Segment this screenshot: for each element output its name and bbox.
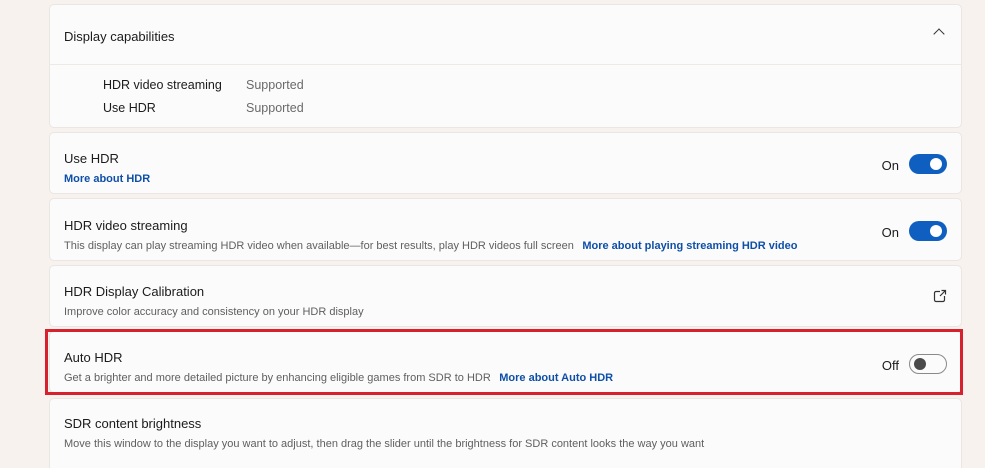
sdr-content-brightness-title: SDR content brightness bbox=[64, 416, 202, 431]
auto-hdr-description: Get a brighter and more detailed picture… bbox=[64, 372, 491, 384]
display-capabilities-card: Display capabilities HDR video streaming… bbox=[49, 4, 962, 128]
auto-hdr-toggle[interactable] bbox=[909, 354, 947, 374]
more-about-hdr-link[interactable]: More about HDR bbox=[64, 173, 150, 185]
use-hdr-toggle[interactable] bbox=[909, 154, 947, 174]
sdr-content-brightness-row: SDR content brightness Move this window … bbox=[49, 398, 962, 468]
capability-value: Supported bbox=[246, 101, 304, 115]
toggle-knob bbox=[930, 225, 942, 237]
hdr-video-streaming-title: HDR video streaming bbox=[64, 218, 188, 233]
hdr-display-calibration-row[interactable]: HDR Display Calibration Improve color ac… bbox=[49, 265, 962, 327]
use-hdr-row: Use HDR More about HDR On bbox=[49, 132, 962, 194]
auto-hdr-state: Off bbox=[881, 358, 899, 373]
more-about-auto-hdr-link[interactable]: More about Auto HDR bbox=[499, 372, 613, 384]
display-capabilities-title: Display capabilities bbox=[64, 29, 175, 44]
toggle-knob bbox=[930, 158, 942, 170]
display-capabilities-header[interactable]: Display capabilities bbox=[50, 5, 961, 65]
hdr-display-calibration-title: HDR Display Calibration bbox=[64, 284, 205, 299]
hdr-video-streaming-row: HDR video streaming This display can pla… bbox=[49, 198, 962, 261]
capability-value: Supported bbox=[246, 78, 304, 92]
hdr-video-streaming-state: On bbox=[881, 225, 899, 240]
capability-label: Use HDR bbox=[103, 101, 156, 115]
chevron-up-icon[interactable] bbox=[933, 28, 945, 40]
open-external-icon[interactable] bbox=[933, 289, 947, 303]
capability-label: HDR video streaming bbox=[103, 78, 222, 92]
auto-hdr-title: Auto HDR bbox=[64, 350, 123, 365]
more-about-streaming-hdr-link[interactable]: More about playing streaming HDR video bbox=[582, 240, 797, 252]
toggle-knob bbox=[914, 358, 926, 370]
auto-hdr-row: Auto HDR Get a brighter and more detaile… bbox=[49, 331, 962, 393]
hdr-video-streaming-description: This display can play streaming HDR vide… bbox=[64, 240, 574, 252]
hdr-display-calibration-description: Improve color accuracy and consistency o… bbox=[64, 306, 364, 318]
use-hdr-title: Use HDR bbox=[64, 151, 119, 166]
sdr-content-brightness-description: Move this window to the display you want… bbox=[64, 438, 705, 450]
use-hdr-state: On bbox=[881, 158, 899, 173]
hdr-video-streaming-toggle[interactable] bbox=[909, 221, 947, 241]
